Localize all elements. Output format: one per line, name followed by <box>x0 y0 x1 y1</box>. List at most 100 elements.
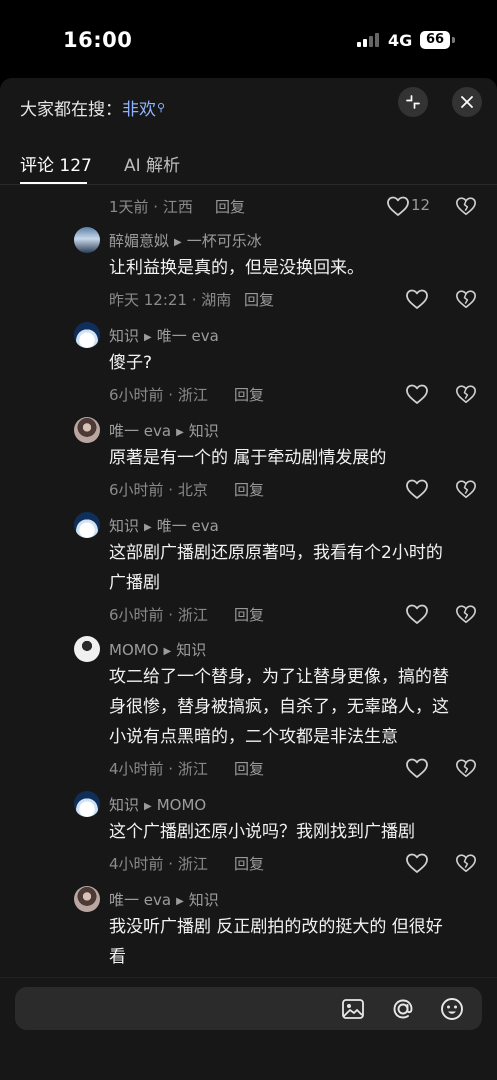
reply-arrow-icon: ▶ <box>144 522 152 533</box>
comment-item: 知识 ▶ MOMO 这个广播剧还原小说吗？我刚找到广播剧 4小时前 · 浙江 回复 <box>0 783 497 878</box>
reply-to-user[interactable]: 唯一 eva <box>157 327 219 345</box>
at-icon[interactable] <box>389 995 417 1023</box>
avatar[interactable] <box>74 886 100 912</box>
comment-text: 小说有点黑暗的，二个攻都是非法生意 <box>109 727 398 747</box>
like-icon[interactable] <box>405 757 429 779</box>
comment-author[interactable]: 知识 <box>109 796 139 814</box>
comment-author[interactable]: 唯一 eva <box>109 891 171 909</box>
comment-item: 唯一 eva ▶ 知识 原著是有一个的 属于牵动剧情发展的 6小时前 · 北京 回复 <box>0 409 497 504</box>
reply-button[interactable]: 回复 <box>234 479 264 500</box>
avatar[interactable] <box>74 227 100 253</box>
battery-tip <box>452 37 455 43</box>
dislike-icon[interactable] <box>455 288 477 310</box>
comment-author[interactable]: 知识 <box>109 517 139 535</box>
reply-button[interactable]: 回复 <box>244 289 274 310</box>
comment-item: MOMO ▶ 知识 攻二给了一个替身，为了让替身更像，搞的替 身很惨，替身被搞疯，自… <box>0 628 497 783</box>
avatar[interactable] <box>74 512 100 538</box>
comment-author[interactable]: 醉媚意姒 <box>109 232 169 250</box>
reply-arrow-icon: ▶ <box>176 896 184 907</box>
reply-to-user[interactable]: 知识 <box>189 422 219 440</box>
avatar[interactable] <box>74 791 100 817</box>
dislike-icon[interactable] <box>455 383 477 405</box>
tab-comments[interactable]: 评论 127 <box>20 151 92 176</box>
comment-meta: 4小时前 · 浙江 <box>109 760 208 778</box>
reply-arrow-icon: ▶ <box>174 237 182 248</box>
like-icon[interactable] <box>405 478 429 500</box>
comment-text: 这个广播剧还原小说吗？我刚找到广播剧 <box>109 822 415 842</box>
avatar[interactable] <box>74 417 100 443</box>
reply-to-user[interactable]: 知识 <box>176 641 206 659</box>
dislike-icon[interactable] <box>455 757 477 779</box>
like-icon[interactable] <box>405 288 429 310</box>
dislike-icon[interactable] <box>455 603 477 625</box>
battery-icon: 66 <box>420 31 450 49</box>
reply-to-user[interactable]: 知识 <box>189 891 219 909</box>
comment-author-line: MOMO ▶ 知识 <box>109 639 206 660</box>
like-count: 12 <box>411 196 431 214</box>
comment-text: 看 <box>109 947 126 967</box>
reply-to-user[interactable]: MOMO <box>157 796 207 814</box>
comment-meta: 昨天 12:21 · 湖南 <box>109 291 232 309</box>
reply-button[interactable]: 回复 <box>234 384 264 405</box>
comment-meta: 6小时前 · 浙江 <box>109 386 208 404</box>
status-time: 16:00 <box>63 28 133 52</box>
comment-item: 唯一 eva ▶ 知识 我没听广播剧 反正剧拍的改的挺大的 但很好 看 <box>0 878 497 977</box>
dislike-icon[interactable] <box>455 852 477 874</box>
comment-author-line: 知识 ▶ MOMO <box>109 794 206 815</box>
comment-text: 原著是有一个的 属于牵动剧情发展的 <box>109 448 387 468</box>
collapse-icon <box>406 95 420 109</box>
comment-meta: 4小时前 · 浙江 <box>109 855 208 873</box>
reply-button[interactable]: 回复 <box>234 604 264 625</box>
comment-item: 醉媚意姒 ▶ 一杯可乐冰 让利益换是真的，但是没换回来。 昨天 12:21 · 湖南… <box>0 219 497 314</box>
comment-text: 傻子? <box>109 353 153 373</box>
like-icon[interactable] <box>386 195 410 217</box>
reply-button[interactable]: 回复 <box>234 758 264 779</box>
comment-input-bar <box>0 977 497 1080</box>
comment-text: 我没听广播剧 反正剧拍的改的挺大的 但很好 <box>109 917 443 937</box>
emoji-icon[interactable] <box>438 995 466 1023</box>
reply-arrow-icon: ▶ <box>176 427 184 438</box>
comment-text: 身很惨，替身被搞疯，自杀了，无辜路人，这 <box>109 697 449 717</box>
search-icon: ⚲ <box>157 101 166 114</box>
reply-button[interactable]: 回复 <box>234 853 264 874</box>
comment-author-line: 唯一 eva ▶ 知识 <box>109 889 219 910</box>
close-button[interactable] <box>452 87 482 117</box>
image-icon[interactable] <box>339 995 367 1023</box>
comment-author[interactable]: 知识 <box>109 327 139 345</box>
reply-to-user[interactable]: 唯一 eva <box>157 517 219 535</box>
comment-input[interactable] <box>15 987 482 1030</box>
comment-author-line: 醉媚意姒 ▶ 一杯可乐冰 <box>109 230 262 251</box>
comment-item: 1天前 · 江西 回复 12 <box>0 185 497 217</box>
search-suggestion[interactable]: 大家都在搜：非欢⚲ <box>20 95 165 120</box>
reply-arrow-icon: ▶ <box>163 646 172 657</box>
comment-author-line: 知识 ▶ 唯一 eva <box>109 515 219 536</box>
comment-text: 攻二给了一个替身，为了让替身更像，搞的替 <box>109 667 449 687</box>
comment-author-line: 唯一 eva ▶ 知识 <box>109 420 219 441</box>
avatar[interactable] <box>74 322 100 348</box>
comment-meta: 6小时前 · 北京 <box>109 481 208 499</box>
like-icon[interactable] <box>405 852 429 874</box>
comment-meta: 1天前 · 江西 <box>109 198 193 216</box>
comment-text: 广播剧 <box>109 573 160 593</box>
comment-text: 这部剧广播剧还原原著吗，我看有个2小时的 <box>109 543 443 563</box>
search-keyword[interactable]: 非欢 <box>122 100 156 120</box>
reply-button[interactable]: 回复 <box>215 196 245 217</box>
status-bar: 16:00 4G 66 <box>0 0 497 78</box>
comment-author[interactable]: MOMO <box>109 641 159 659</box>
avatar[interactable] <box>74 636 100 662</box>
collapse-button[interactable] <box>398 87 428 117</box>
dislike-icon[interactable] <box>455 195 477 217</box>
like-icon[interactable] <box>405 603 429 625</box>
dislike-icon[interactable] <box>455 478 477 500</box>
comment-sheet: 大家都在搜：非欢⚲ 评论 127 AI 解析 1天前 · 江西 回复 12 醉媚… <box>0 78 497 1080</box>
like-icon[interactable] <box>405 383 429 405</box>
comment-author-line: 知识 ▶ 唯一 eva <box>109 325 219 346</box>
comment-item: 知识 ▶ 唯一 eva 傻子? 6小时前 · 浙江 回复 <box>0 314 497 409</box>
comment-list[interactable]: 1天前 · 江西 回复 12 醉媚意姒 ▶ 一杯可乐冰 让利益换是真的，但是没换回来… <box>0 185 497 977</box>
tab-ai-analysis[interactable]: AI 解析 <box>124 151 180 176</box>
reply-to-user[interactable]: 一杯可乐冰 <box>187 232 262 250</box>
comment-author[interactable]: 唯一 eva <box>109 422 171 440</box>
reply-arrow-icon: ▶ <box>144 801 152 812</box>
reply-arrow-icon: ▶ <box>144 332 152 343</box>
search-hint-prefix: 大家都在搜： <box>20 100 122 120</box>
